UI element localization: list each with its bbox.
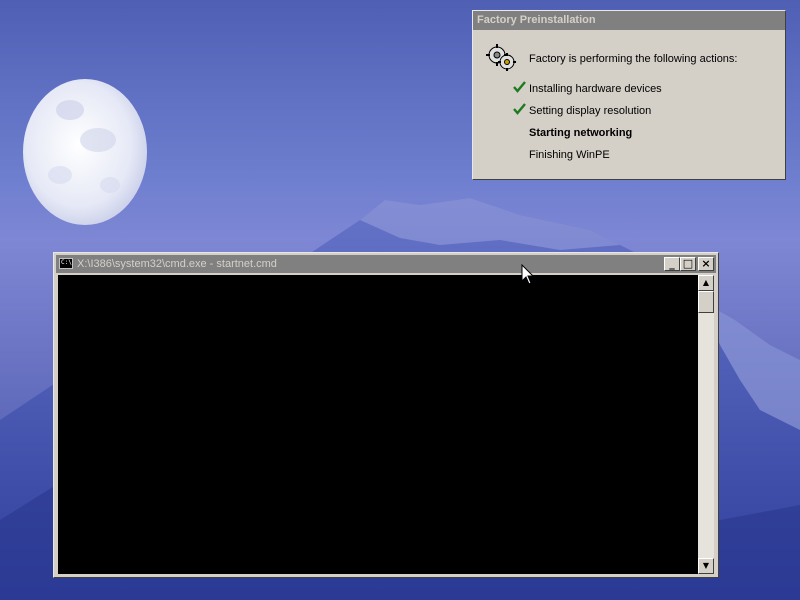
check-icon [513, 103, 526, 115]
step-finishing-winpe: Finishing WinPE [529, 149, 610, 161]
step-label: Starting networking [529, 127, 633, 139]
factory-heading: Factory is performing the following acti… [529, 53, 738, 65]
factory-dialog-body: Factory is performing the following acti… [473, 31, 785, 179]
cmd-titlebar[interactable]: C:\ X:\I386\system32\cmd.exe - startnet.… [56, 255, 716, 273]
console-output-area[interactable] [58, 275, 698, 574]
step-label: Setting display resolution [529, 105, 652, 117]
scroll-up-button[interactable]: ▲ [698, 275, 714, 291]
scroll-thumb[interactable] [698, 291, 714, 313]
factory-preinstallation-dialog: Factory Preinstallation Factory is perfo… [472, 10, 786, 180]
minimize-button[interactable]: _ [664, 257, 680, 271]
cmd-window: C:\ X:\I386\system32\cmd.exe - startnet.… [53, 252, 719, 578]
step-starting-networking: Starting networking [529, 127, 632, 139]
vertical-scrollbar[interactable]: ▲ ▼ [698, 275, 714, 574]
check-icon [513, 81, 526, 93]
step-installing-hardware: Installing hardware devices [513, 81, 662, 95]
gears-icon [486, 44, 516, 71]
cmd-app-icon[interactable]: C:\ [59, 258, 73, 269]
factory-dialog-title[interactable]: Factory Preinstallation [473, 11, 785, 30]
step-setting-display: Setting display resolution [513, 103, 652, 117]
maximize-button[interactable]: □ [680, 257, 696, 271]
scroll-down-button[interactable]: ▼ [698, 558, 714, 574]
step-label: Finishing WinPE [529, 149, 610, 161]
moon-image [23, 79, 147, 225]
cmd-window-title: X:\I386\system32\cmd.exe - startnet.cmd [77, 258, 277, 270]
close-button[interactable]: × [698, 257, 714, 271]
step-label: Installing hardware devices [529, 83, 662, 95]
mouse-pointer-icon [521, 264, 535, 285]
